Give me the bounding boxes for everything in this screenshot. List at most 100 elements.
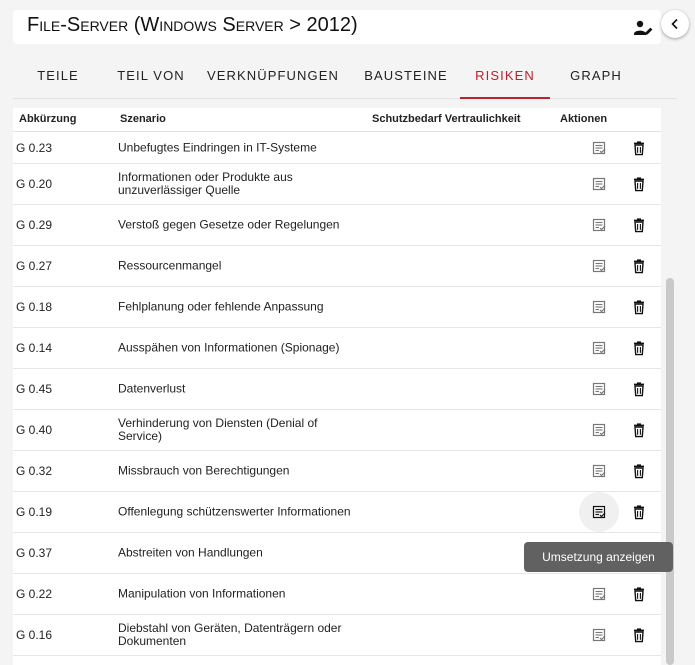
view-implementation-button[interactable] [579, 492, 619, 532]
trash-icon [634, 505, 644, 520]
risk-scenario: Verstoß gegen Gesetze oder Regelungen [118, 217, 340, 232]
column-header-szenario[interactable]: Szenario [120, 113, 166, 125]
tab-teil-von[interactable]: Teil von [105, 54, 197, 98]
table-row[interactable]: G 0.27 Ressourcenmangel [13, 246, 661, 287]
list-check-icon [592, 218, 606, 232]
risk-id: G 0.16 [16, 628, 53, 642]
risk-id: G 0.19 [16, 505, 53, 519]
table-row[interactable]: G 0.29 Verstoß gegen Gesetze oder Regelu… [13, 205, 661, 246]
risk-id: G 0.40 [16, 423, 53, 437]
table-row[interactable]: G 0.19 Offenlegung schützenswerter Infor… [13, 492, 661, 533]
risk-id: G 0.37 [16, 546, 53, 560]
risk-scenario: Datenverlust [118, 381, 186, 396]
tab-bausteine[interactable]: Bausteine [355, 54, 457, 98]
delete-risk-button[interactable] [631, 586, 647, 602]
page-header: File-Server (Windows Server > 2012) [13, 10, 661, 44]
tab-risiken[interactable]: Risiken [460, 54, 550, 99]
list-check-icon [592, 423, 606, 437]
list-check-icon [592, 141, 606, 154]
list-check-icon [592, 505, 606, 519]
table-body: G 0.23 Unbefugtes Eindringen in IT-Syste… [13, 132, 661, 656]
risk-scenario: Ausspähen von Informationen (Spionage) [118, 340, 340, 355]
risk-id: G 0.23 [16, 140, 53, 155]
view-implementation-button[interactable] [579, 205, 619, 245]
risk-scenario: Unbefugtes Eindringen in IT-Systeme [118, 140, 317, 154]
delete-risk-button[interactable] [631, 258, 647, 274]
view-implementation-button[interactable] [579, 574, 619, 614]
risk-scenario: Ressourcenmangel [118, 258, 222, 273]
table-row[interactable]: G 0.22 Manipulation von Informationen [13, 574, 661, 615]
risk-id: G 0.32 [16, 464, 53, 478]
delete-risk-button[interactable] [631, 381, 647, 397]
view-implementation-button[interactable] [579, 615, 619, 655]
list-check-icon [592, 259, 606, 273]
list-check-icon [592, 341, 606, 355]
trash-icon [634, 382, 644, 397]
delete-risk-button[interactable] [631, 627, 647, 643]
risk-id: G 0.14 [16, 341, 53, 355]
table-row[interactable]: G 0.20 Informationen oder Produkte aus u… [13, 164, 661, 205]
tooltip: Umsetzung anzeigen [524, 542, 673, 572]
view-implementation-button[interactable] [579, 410, 619, 450]
table-row[interactable]: G 0.45 Datenverlust [13, 369, 661, 410]
delete-risk-button[interactable] [631, 340, 647, 356]
trash-icon [634, 300, 644, 315]
table-row[interactable]: G 0.23 Unbefugtes Eindringen in IT-Syste… [13, 132, 661, 164]
risk-id: G 0.20 [16, 177, 53, 191]
delete-risk-button[interactable] [631, 217, 647, 233]
trash-icon [634, 140, 644, 155]
scrollbar-thumb[interactable] [666, 278, 674, 665]
collapse-panel-button[interactable] [661, 10, 689, 38]
page-title: File-Server (Windows Server > 2012) [27, 14, 358, 36]
table-row[interactable]: G 0.40 Verhinderung von Diensten (Denial… [13, 410, 661, 451]
tab-teile[interactable]: Teile [13, 54, 103, 98]
table-row[interactable]: G 0.18 Fehlplanung oder fehlende Anpassu… [13, 287, 661, 328]
risk-scenario: Manipulation von Informationen [118, 586, 286, 601]
table-row[interactable]: G 0.14 Ausspähen von Informationen (Spio… [13, 328, 661, 369]
table-row[interactable]: G 0.32 Missbrauch von Berechtigungen [13, 451, 661, 492]
delete-risk-button[interactable] [631, 140, 647, 156]
risk-id: G 0.29 [16, 218, 53, 232]
risk-id: G 0.45 [16, 382, 53, 396]
trash-icon [634, 218, 644, 233]
trash-icon [634, 177, 644, 192]
trash-icon [634, 628, 644, 643]
list-check-icon [592, 464, 606, 478]
list-check-icon [592, 177, 606, 191]
risk-scenario: Offenlegung schützenswerter Informatione… [118, 504, 351, 519]
list-check-icon [592, 382, 606, 396]
delete-risk-button[interactable] [631, 299, 647, 315]
trash-icon [634, 423, 644, 438]
view-implementation-button[interactable] [579, 287, 619, 327]
risk-scenario: Fehlplanung oder fehlende Anpassung [118, 299, 324, 314]
risk-table: Abkürzung Szenario Schutzbedarf Vertraul… [13, 108, 661, 665]
column-header-aktionen: Aktionen [560, 113, 608, 125]
delete-risk-button[interactable] [631, 504, 647, 520]
trash-icon [634, 341, 644, 356]
view-implementation-button[interactable] [579, 369, 619, 409]
risk-scenario: Missbrauch von Berechtigungen [118, 463, 290, 478]
view-implementation-button[interactable] [579, 246, 619, 286]
view-implementation-button[interactable] [579, 451, 619, 491]
delete-risk-button[interactable] [631, 176, 647, 192]
person-edit-icon[interactable] [633, 18, 653, 38]
trash-icon [634, 464, 644, 479]
view-implementation-button[interactable] [579, 164, 619, 204]
trash-icon [634, 587, 644, 602]
tab-graph[interactable]: Graph [552, 54, 640, 98]
risk-id: G 0.18 [16, 300, 53, 314]
view-implementation-button[interactable] [579, 328, 619, 368]
table-row[interactable]: G 0.16 Diebstahl von Geräten, Datenträge… [13, 615, 661, 656]
risk-scenario: Verhinderung von Diensten (Denial of Ser… [118, 416, 318, 443]
column-header-abkuerzung[interactable]: Abkürzung [19, 113, 76, 125]
risk-scenario: Informationen oder Produkte aus unzuverl… [118, 170, 293, 197]
tab-verknuepfungen[interactable]: Verknüpfungen [203, 54, 343, 98]
delete-risk-button[interactable] [631, 463, 647, 479]
chevron-left-icon [671, 18, 678, 30]
column-header-schutzbedarf[interactable]: Schutzbedarf Vertraulichkeit [372, 113, 521, 125]
trash-icon [634, 259, 644, 274]
scrollbar[interactable] [666, 108, 674, 665]
view-implementation-button[interactable] [579, 128, 619, 168]
delete-risk-button[interactable] [631, 422, 647, 438]
risk-scenario: Abstreiten von Handlungen [118, 545, 263, 560]
